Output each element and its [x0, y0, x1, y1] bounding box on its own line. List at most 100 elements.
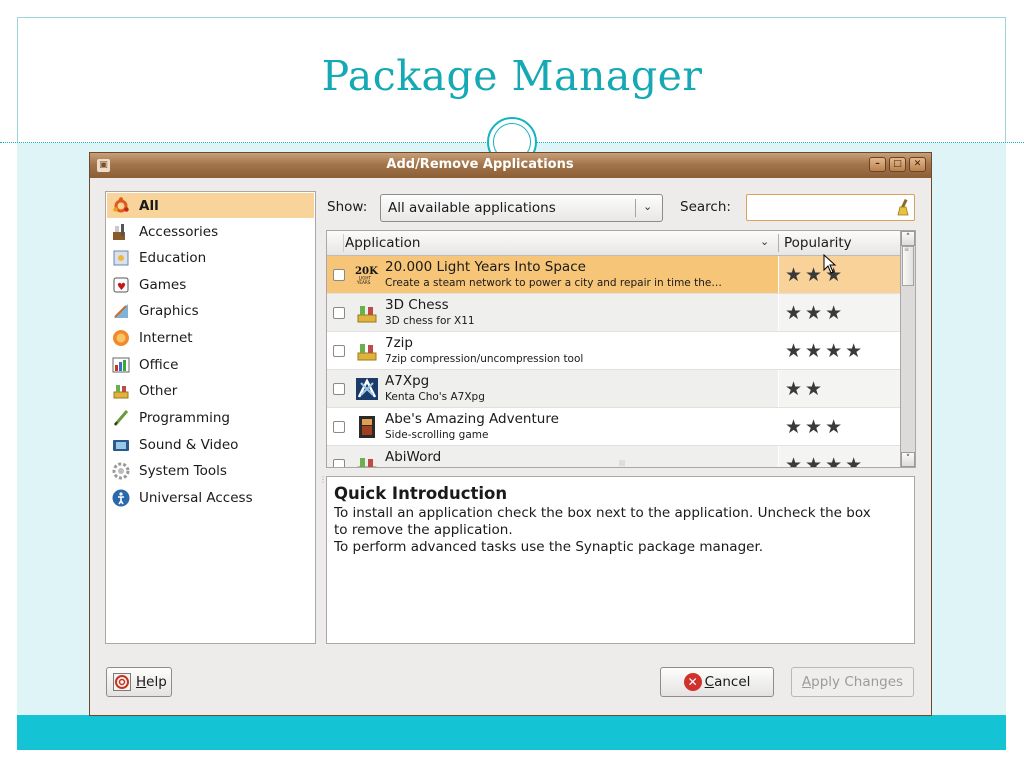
app-name: Abe's Amazing Adventure	[385, 411, 559, 427]
popularity-stars: ★★★	[785, 416, 846, 438]
scrollbar-grip: ≡	[904, 246, 910, 253]
window-title: Add/Remove Applications	[386, 157, 574, 172]
category-item-system-tools[interactable]: System Tools	[107, 458, 314, 483]
scroll-down-icon[interactable]: ˅	[901, 452, 915, 467]
list-resize-grip[interactable]: |||	[619, 460, 631, 467]
help-button[interactable]: Help	[106, 667, 172, 697]
description-pane: Quick Introduction To install an applica…	[326, 476, 915, 644]
category-item-universal-access[interactable]: Universal Access	[107, 485, 314, 510]
app-row[interactable]: Abe's Amazing Adventure Side-scrolling g…	[327, 408, 900, 446]
category-item-internet[interactable]: Internet	[107, 325, 314, 350]
graphics-icon	[111, 301, 131, 321]
help-label: elp	[146, 674, 167, 690]
category-item-graphics[interactable]: Graphics	[107, 298, 314, 323]
package-other-icon	[355, 453, 379, 467]
svg-text:♥: ♥	[117, 282, 126, 293]
category-item-education[interactable]: Education	[107, 245, 314, 270]
install-checkbox[interactable]	[333, 345, 345, 357]
app-description: Side-scrolling game	[385, 429, 489, 441]
minimize-icon[interactable]: –	[869, 157, 886, 172]
category-label: Accessories	[139, 223, 219, 240]
app-row[interactable]: 7zip 7zip compression/uncompression tool…	[327, 332, 900, 370]
app-row[interactable]: AbiWord ★★★★	[327, 446, 900, 468]
show-filter-value: All available applications	[388, 200, 556, 216]
category-item-sound-video[interactable]: Sound & Video	[107, 432, 314, 457]
app-row[interactable]: 20K LIGHT YEARS 20.000 Light Years Into Sp…	[327, 256, 900, 294]
show-filter-dropdown[interactable]: All available applications ⌄	[380, 194, 663, 222]
install-checkbox[interactable]	[333, 307, 345, 319]
search-label: Search:	[680, 199, 731, 215]
app-row[interactable]: 3D Chess 3D chess for X11 ★★★	[327, 294, 900, 332]
maximize-icon[interactable]: □	[889, 157, 906, 172]
category-label: Other	[139, 382, 178, 399]
pane-splitter-handle[interactable]: ⋮	[319, 476, 327, 492]
games-icon: ♥	[111, 275, 131, 295]
install-checkbox[interactable]	[333, 459, 345, 467]
app-name: 7zip	[385, 335, 413, 351]
category-label: Sound & Video	[139, 436, 239, 453]
package-other-icon	[355, 301, 379, 325]
description-title: Quick Introduction	[334, 484, 508, 503]
internet-icon	[111, 328, 131, 348]
category-item-other[interactable]: Other	[107, 378, 314, 403]
add-remove-window: ▣ Add/Remove Applications – □ ✕ All Acce…	[89, 152, 932, 716]
apply-mnemonic: A	[801, 674, 812, 690]
clear-search-icon[interactable]	[896, 198, 910, 216]
cancel-mnemonic: C	[704, 674, 715, 690]
install-checkbox[interactable]	[333, 269, 345, 281]
category-label: All	[139, 197, 159, 214]
close-icon[interactable]: ✕	[909, 157, 926, 172]
cancel-button[interactable]: ✕ Cancel	[660, 667, 774, 697]
install-checkbox[interactable]	[333, 383, 345, 395]
app-name: 3D Chess	[385, 297, 449, 313]
apply-changes-button[interactable]: Apply Changes	[791, 667, 914, 697]
app-description: Kenta Cho's A7Xpg	[385, 391, 485, 403]
column-separator	[343, 234, 344, 252]
app-name: A7Xpg	[385, 373, 430, 389]
universal-access-icon	[111, 488, 131, 508]
category-label: Internet	[139, 329, 193, 346]
programming-icon	[111, 408, 131, 428]
a7xpg-icon	[355, 377, 379, 401]
app-row[interactable]: A7Xpg Kenta Cho's A7Xpg ★★	[327, 370, 900, 408]
svg-text:YEARS: YEARS	[356, 280, 371, 285]
app-description: 3D chess for X11	[385, 315, 475, 327]
description-line: to remove the application.	[334, 522, 513, 538]
popularity-stars: ★★★★	[785, 340, 866, 362]
search-input[interactable]	[746, 194, 915, 221]
popularity-stars: ★★★★	[785, 454, 866, 468]
category-label: Office	[139, 356, 179, 373]
category-item-accessories[interactable]: Accessories	[107, 219, 314, 244]
help-mnemonic: H	[136, 674, 147, 690]
office-icon	[111, 355, 131, 375]
app-description: Create a steam network to power a city a…	[385, 277, 722, 289]
scroll-up-icon[interactable]: ˄	[901, 231, 915, 246]
column-header-application[interactable]: Application	[345, 235, 420, 251]
education-icon	[111, 248, 131, 268]
install-checkbox[interactable]	[333, 421, 345, 433]
apply-label: pply Changes	[811, 674, 904, 690]
category-label: Graphics	[139, 302, 199, 319]
column-separator	[778, 234, 779, 252]
package-other-icon	[355, 339, 379, 363]
category-item-games[interactable]: ♥ Games	[107, 272, 314, 297]
description-line: To perform advanced tasks use the Synapt…	[334, 539, 764, 555]
light-years-icon: 20K LIGHT YEARS	[355, 263, 379, 287]
application-list[interactable]: Application ⌄ Popularity 20K LIGHT YEARS 2…	[326, 230, 901, 468]
category-list[interactable]: All Accessories Education ♥ Games Graphi…	[105, 191, 316, 644]
sort-descending-icon[interactable]: ⌄	[760, 235, 769, 248]
ubuntu-logo-icon	[111, 196, 131, 216]
category-label: Games	[139, 276, 187, 293]
category-label: System Tools	[139, 462, 227, 479]
other-icon	[111, 381, 131, 401]
category-item-programming[interactable]: Programming	[107, 405, 314, 430]
category-item-all[interactable]: All	[107, 193, 314, 218]
column-header-popularity[interactable]: Popularity	[784, 235, 852, 251]
slide-title: Package Manager	[321, 52, 703, 100]
app-description: 7zip compression/uncompression tool	[385, 353, 584, 365]
window-titlebar[interactable]: ▣ Add/Remove Applications – □ ✕	[90, 153, 931, 178]
popularity-stars: ★★	[785, 378, 826, 400]
category-item-office[interactable]: Office	[107, 352, 314, 377]
sound-video-icon	[111, 435, 131, 455]
app-list-scrollbar[interactable]: ˄ ≡ ˅	[901, 230, 916, 468]
